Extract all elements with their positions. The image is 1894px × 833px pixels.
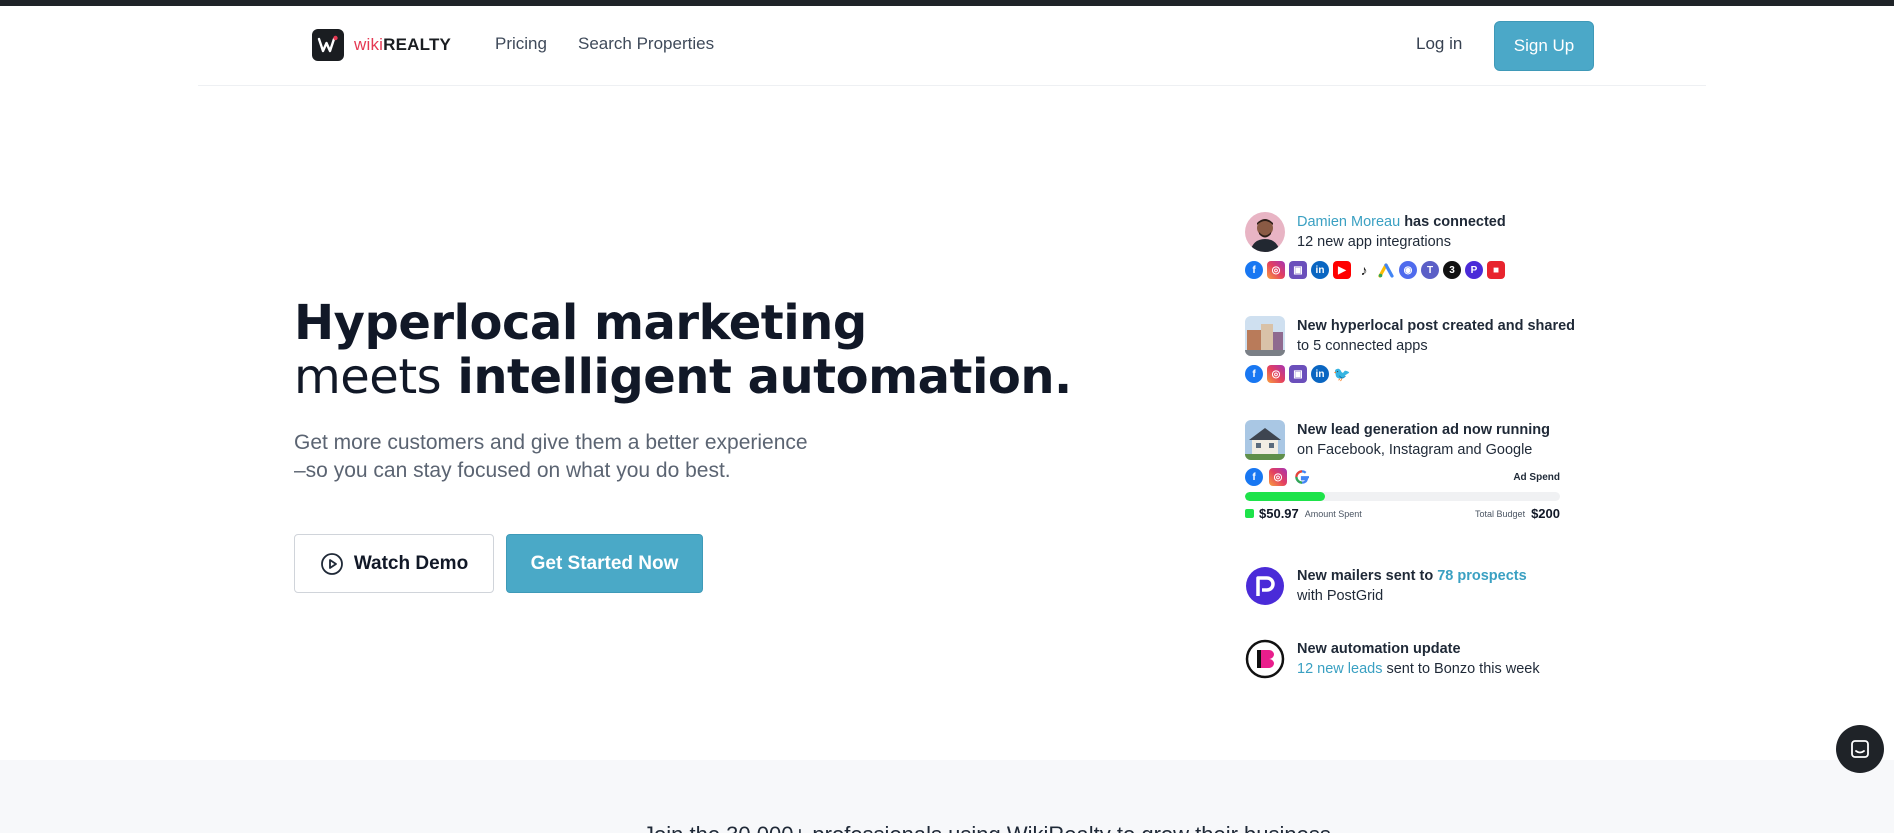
app-icon: ▣ <box>1289 261 1307 279</box>
nav-search-properties-link[interactable]: Search Properties <box>578 34 714 54</box>
connected-app-icons: f ◎ ▣ in 🐦 <box>1245 365 1585 383</box>
instagram-icon: ◎ <box>1267 365 1285 383</box>
feed-item-text: Damien Moreau has connected 12 new app i… <box>1297 212 1506 252</box>
social-proof-text: Join the 30,000+ professionals using Wik… <box>643 822 1331 833</box>
facebook-icon: f <box>1245 365 1263 383</box>
feed-item-mailers: New mailers sent to 78 prospects with Po… <box>1245 566 1585 606</box>
logo-text-wiki: wiki <box>354 35 384 54</box>
instagram-icon: ◎ <box>1267 261 1285 279</box>
hero-title-line1: Hyperlocal marketing <box>294 295 867 351</box>
youtube-icon: ▶ <box>1333 261 1351 279</box>
ad-spend-progress-bar <box>1245 492 1560 501</box>
logo-text: wikiREALTY <box>354 35 451 55</box>
feed-action: has connected <box>1404 214 1506 230</box>
twitter-icon: 🐦 <box>1333 365 1351 383</box>
navbar: wikiREALTY Pricing Search Properties Log… <box>198 6 1706 86</box>
total-budget-label: Total Budget <box>1475 508 1526 519</box>
hero-subtitle-line1: Get more customers and give them a bette… <box>294 431 808 454</box>
feed-item-integrations: Damien Moreau has connected 12 new app i… <box>1245 212 1585 279</box>
feed-item-text: New mailers sent to 78 prospects with Po… <box>1297 566 1527 606</box>
facebook-icon: f <box>1245 261 1263 279</box>
tiktok-icon: ♪ <box>1355 261 1373 279</box>
chat-widget-button[interactable] <box>1836 725 1884 773</box>
wikirealty-logo-icon <box>312 29 344 61</box>
google-icon <box>1293 468 1311 486</box>
ad-thumbnail <box>1245 420 1285 460</box>
prospects-count: 78 prospects <box>1437 568 1527 584</box>
bonzo-icon: 3 <box>1443 261 1461 279</box>
facebook-icon: f <box>1245 468 1263 486</box>
feed-line1-prefix: New mailers sent to <box>1297 568 1434 584</box>
amount-spent-value: $50.97 <box>1259 506 1299 521</box>
logo-text-realty: REALTY <box>383 35 452 54</box>
feed-item-post: New hyperlocal post created and shared t… <box>1245 316 1585 383</box>
ad-spend-progress-fill <box>1245 492 1326 501</box>
app-icon: ▣ <box>1289 365 1307 383</box>
feed-line2: with PostGrid <box>1297 588 1384 604</box>
feed-line1: New lead generation ad now running <box>1297 422 1550 438</box>
feed-item-text: New automation update 12 new leads sent … <box>1297 639 1540 679</box>
ad-spend-row: f ◎ Ad Spend <box>1245 468 1560 486</box>
amount-spent-label: Amount Spent <box>1304 508 1362 519</box>
hero-title-line2: meets intelligent automation. <box>294 350 1072 404</box>
google-ads-icon <box>1377 261 1395 279</box>
red-app-icon: ■ <box>1487 261 1505 279</box>
watch-demo-button[interactable]: Watch Demo <box>294 534 494 593</box>
bonzo-logo-icon <box>1245 639 1285 679</box>
feed-item-text: New hyperlocal post created and shared t… <box>1297 316 1575 356</box>
hero-title-automation: intelligent automation. <box>457 349 1072 405</box>
budget-row: $50.97 Amount Spent Total Budget $200 <box>1245 506 1560 521</box>
hero-title-meets: meets <box>294 349 442 405</box>
postgrid-icon: P <box>1465 261 1483 279</box>
feed-detail: 12 new app integrations <box>1297 234 1451 250</box>
watch-demo-label: Watch Demo <box>353 552 469 574</box>
feed-line1: New hyperlocal post created and shared <box>1297 318 1576 334</box>
new-leads-count: 12 new leads <box>1297 661 1383 677</box>
feed-item-text: New lead generation ad now running on Fa… <box>1297 420 1550 460</box>
post-thumbnail <box>1245 316 1285 356</box>
get-started-button[interactable]: Get Started Now <box>506 534 703 593</box>
teams-icon: T <box>1421 261 1439 279</box>
login-link[interactable]: Log in <box>1416 34 1462 54</box>
linkedin-icon: in <box>1311 261 1329 279</box>
hero-subtitle: Get more customers and give them a bette… <box>294 429 854 485</box>
ad-spend-label: Ad Spend <box>1513 471 1560 483</box>
feed-item-automation: New automation update 12 new leads sent … <box>1245 639 1585 679</box>
get-started-label: Get Started Now <box>530 552 679 574</box>
postgrid-logo-icon <box>1245 566 1285 606</box>
user-name-link[interactable]: Damien Moreau <box>1297 214 1400 230</box>
hero-subtitle-line2: –so you can stay focused on what you do … <box>294 459 731 482</box>
hero-title: Hyperlocal marketing meets intelligent a… <box>294 296 1072 404</box>
instagram-icon: ◎ <box>1269 468 1287 486</box>
signup-button[interactable]: Sign Up <box>1494 21 1594 71</box>
nav-pricing-link[interactable]: Pricing <box>495 34 547 54</box>
chat-icon <box>1851 740 1869 758</box>
feed-line1: New automation update <box>1297 641 1461 657</box>
feed-item-ad: New lead generation ad now running on Fa… <box>1245 420 1585 521</box>
play-icon <box>320 552 343 575</box>
total-budget-value: $200 <box>1531 506 1560 521</box>
feed-line2: on Facebook, Instagram and Google <box>1297 442 1533 458</box>
linkedin-icon: in <box>1311 365 1329 383</box>
circle-app-icon: ◉ <box>1399 261 1417 279</box>
logo[interactable]: wikiREALTY <box>312 29 451 61</box>
avatar <box>1245 212 1285 252</box>
feed-line2: to 5 connected apps <box>1297 338 1428 354</box>
spent-legend-dot <box>1245 509 1254 518</box>
integration-icons: f ◎ ▣ in ▶ ♪ ◉ T 3 P ■ <box>1245 261 1585 279</box>
feed-line2-rest: sent to Bonzo this week <box>1386 661 1540 677</box>
